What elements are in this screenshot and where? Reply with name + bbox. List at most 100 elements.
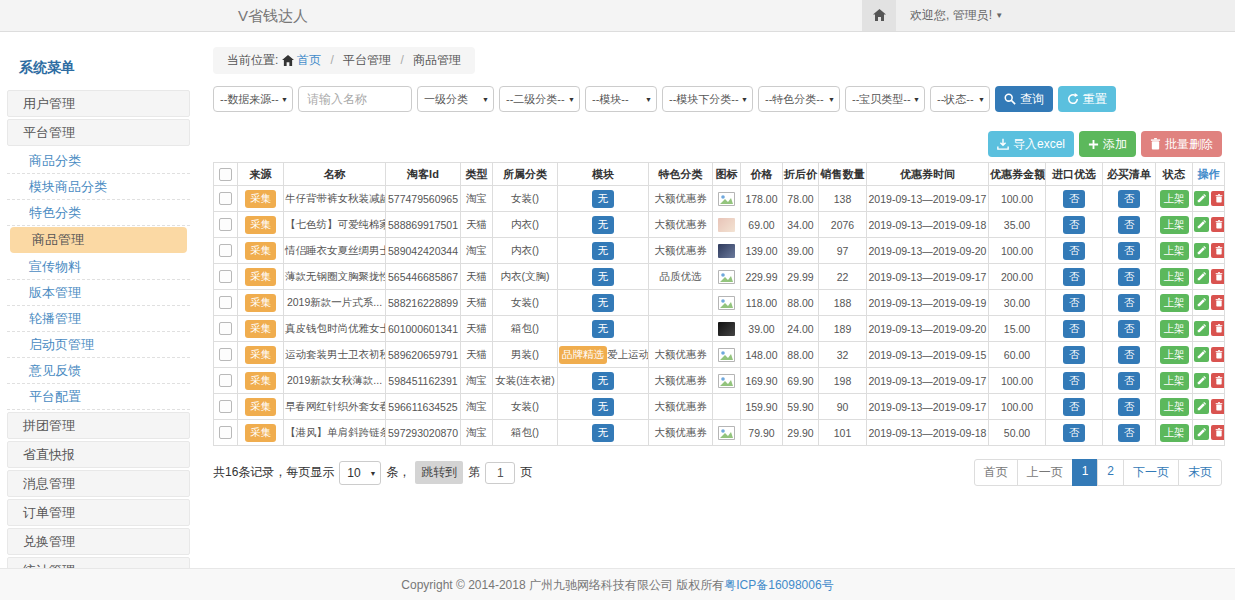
must-buy-badge[interactable]: 否 [1118, 372, 1141, 390]
imported-badge[interactable]: 否 [1063, 398, 1086, 416]
row-checkbox[interactable] [219, 426, 232, 439]
sidebar-item-9[interactable]: 启动页管理 [7, 332, 190, 358]
delete-button[interactable] [1211, 269, 1225, 284]
sidebar-group-14[interactable]: 消息管理 [7, 470, 190, 497]
status-badge[interactable]: 上架 [1160, 242, 1189, 260]
pager-button-1[interactable]: 1 [1072, 459, 1099, 486]
sidebar-item-4[interactable]: 特色分类 [7, 200, 190, 226]
imported-badge[interactable]: 否 [1063, 190, 1086, 208]
search-button[interactable]: 查询 [995, 86, 1053, 112]
status-badge[interactable]: 上架 [1160, 424, 1189, 442]
sidebar-item-6[interactable]: 宣传物料 [7, 254, 190, 280]
row-checkbox[interactable] [219, 400, 232, 413]
user-menu[interactable]: 欢迎您, 管理员! ▼ [896, 0, 1017, 31]
sidebar-item-5[interactable]: 商品管理 [10, 227, 187, 253]
edit-button[interactable] [1194, 295, 1209, 310]
imported-badge[interactable]: 否 [1063, 268, 1086, 286]
filter-select-5[interactable]: --宝贝类型--▼ [845, 86, 925, 112]
must-buy-badge[interactable]: 否 [1118, 398, 1141, 416]
sidebar-item-10[interactable]: 意见反馈 [7, 358, 190, 384]
icp-link[interactable]: 粤ICP备16098006号 [724, 578, 833, 592]
row-checkbox[interactable] [219, 270, 232, 283]
row-checkbox[interactable] [219, 322, 232, 335]
imported-badge[interactable]: 否 [1063, 424, 1086, 442]
reset-button[interactable]: 重置 [1058, 86, 1116, 112]
must-buy-badge[interactable]: 否 [1118, 190, 1141, 208]
row-checkbox[interactable] [219, 348, 232, 361]
edit-button[interactable] [1194, 347, 1209, 362]
row-checkbox[interactable] [219, 244, 232, 257]
delete-button[interactable] [1211, 321, 1225, 336]
imported-badge[interactable]: 否 [1063, 320, 1086, 338]
sidebar-group-13[interactable]: 省直快报 [7, 441, 190, 468]
must-buy-badge[interactable]: 否 [1118, 320, 1141, 338]
imported-badge[interactable]: 否 [1063, 242, 1086, 260]
sidebar-group-0[interactable]: 用户管理 [7, 90, 190, 117]
delete-button[interactable] [1211, 295, 1225, 310]
must-buy-badge[interactable]: 否 [1118, 294, 1141, 312]
delete-button[interactable] [1211, 191, 1225, 206]
delete-button[interactable] [1211, 399, 1225, 414]
home-button[interactable] [862, 0, 896, 31]
filter-select-4[interactable]: --特色分类--▼ [758, 86, 840, 112]
status-badge[interactable]: 上架 [1160, 346, 1189, 364]
add-button[interactable]: 添加 [1079, 131, 1136, 157]
sidebar-item-8[interactable]: 轮播管理 [7, 306, 190, 332]
edit-button[interactable] [1194, 269, 1209, 284]
must-buy-badge[interactable]: 否 [1118, 216, 1141, 234]
edit-button[interactable] [1194, 191, 1209, 206]
imported-badge[interactable]: 否 [1063, 346, 1086, 364]
pager-button-下一页[interactable]: 下一页 [1123, 459, 1179, 486]
breadcrumb-home-link[interactable]: 首页 [297, 53, 321, 67]
filter-select-6[interactable]: --状态--▼ [930, 86, 990, 112]
page-number-input[interactable] [485, 462, 515, 484]
pager-button-上一页[interactable]: 上一页 [1017, 459, 1073, 486]
must-buy-badge[interactable]: 否 [1118, 268, 1141, 286]
edit-button[interactable] [1194, 321, 1209, 336]
edit-button[interactable] [1194, 373, 1209, 388]
status-badge[interactable]: 上架 [1160, 190, 1189, 208]
edit-button[interactable] [1194, 217, 1209, 232]
sidebar-item-11[interactable]: 平台配置 [7, 384, 190, 410]
sidebar-item-2[interactable]: 商品分类 [7, 148, 190, 174]
status-badge[interactable]: 上架 [1160, 398, 1189, 416]
imported-badge[interactable]: 否 [1063, 294, 1086, 312]
filter-select-3[interactable]: --模块下分类--▼ [662, 86, 753, 112]
must-buy-badge[interactable]: 否 [1118, 242, 1141, 260]
filter-select-2[interactable]: --模块--▼ [585, 86, 657, 112]
import-excel-button[interactable]: 导入excel [988, 131, 1074, 157]
pager-button-末页[interactable]: 末页 [1178, 459, 1222, 486]
sidebar-group-16[interactable]: 兑换管理 [7, 528, 190, 555]
data-source-select[interactable]: --数据来源--▼ [213, 86, 293, 112]
row-checkbox[interactable] [219, 218, 232, 231]
status-badge[interactable]: 上架 [1160, 294, 1189, 312]
status-badge[interactable]: 上架 [1160, 216, 1189, 234]
sidebar-group-17[interactable]: 统计管理 [7, 557, 190, 568]
sidebar-group-12[interactable]: 拼团管理 [7, 412, 190, 439]
status-badge[interactable]: 上架 [1160, 320, 1189, 338]
select-all-checkbox[interactable] [219, 168, 232, 181]
name-search-input[interactable] [298, 86, 412, 112]
imported-badge[interactable]: 否 [1063, 372, 1086, 390]
status-badge[interactable]: 上架 [1160, 268, 1189, 286]
imported-badge[interactable]: 否 [1063, 216, 1086, 234]
status-badge[interactable]: 上架 [1160, 372, 1189, 390]
jump-button[interactable]: 跳转到 [415, 461, 463, 484]
batch-delete-button[interactable]: 批量删除 [1141, 131, 1222, 157]
row-checkbox[interactable] [219, 192, 232, 205]
edit-button[interactable] [1194, 243, 1209, 258]
filter-select-0[interactable]: 一级分类▼ [417, 86, 494, 112]
edit-button[interactable] [1194, 399, 1209, 414]
filter-select-1[interactable]: --二级分类--▼ [499, 86, 580, 112]
pager-button-首页[interactable]: 首页 [974, 459, 1018, 486]
sidebar-group-15[interactable]: 订单管理 [7, 499, 190, 526]
must-buy-badge[interactable]: 否 [1118, 424, 1141, 442]
delete-button[interactable] [1211, 425, 1225, 440]
must-buy-badge[interactable]: 否 [1118, 346, 1141, 364]
sidebar-item-7[interactable]: 版本管理 [7, 280, 190, 306]
row-checkbox[interactable] [219, 296, 232, 309]
delete-button[interactable] [1211, 217, 1225, 232]
pager-button-2[interactable]: 2 [1097, 459, 1124, 486]
sidebar-item-3[interactable]: 模块商品分类 [7, 174, 190, 200]
delete-button[interactable] [1211, 373, 1225, 388]
